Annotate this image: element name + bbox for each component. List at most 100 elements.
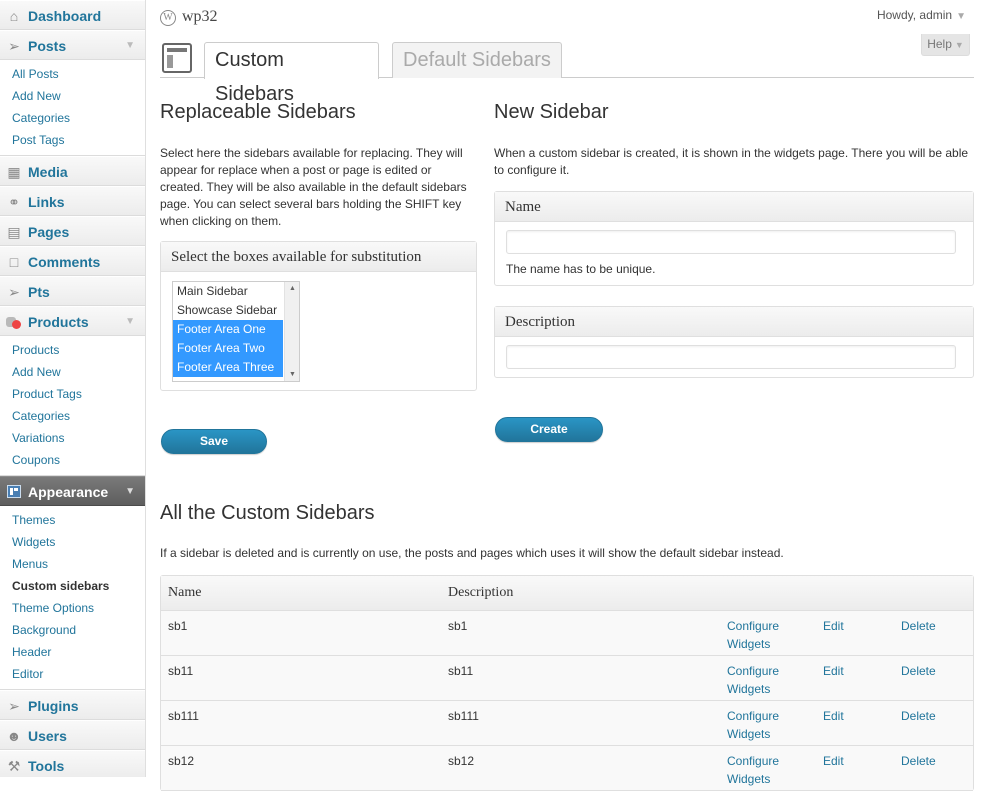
site-title-text: wp32: [182, 8, 218, 25]
option-showcase-sidebar[interactable]: Showcase Sidebar: [173, 301, 283, 320]
delete-link[interactable]: Delete: [901, 754, 936, 768]
tab-default-sidebars[interactable]: Default Sidebars: [392, 42, 562, 78]
posts-submenu: All Posts Add New Categories Post Tags: [0, 60, 145, 156]
submenu-custom-sidebars[interactable]: Custom sidebars: [0, 575, 145, 597]
edit-link[interactable]: Edit: [823, 664, 844, 678]
submenu-products[interactable]: Products: [0, 339, 145, 361]
all-sidebars-title: All the Custom Sidebars: [160, 502, 375, 524]
scroll-down-icon[interactable]: ▼: [285, 371, 299, 378]
configure-widgets-link[interactable]: Configure Widgets: [727, 617, 797, 653]
link-icon: ⚭: [8, 194, 20, 210]
menu-links[interactable]: ⚭ Links: [0, 186, 145, 216]
menu-pts[interactable]: ➢ Pts: [0, 276, 145, 306]
option-footer-area-one[interactable]: Footer Area One: [173, 320, 283, 339]
submenu-post-tags[interactable]: Post Tags: [0, 129, 145, 151]
menu-users[interactable]: ☻ Users: [0, 720, 145, 750]
submenu-themes[interactable]: Themes: [0, 509, 145, 531]
replaceable-description: Select here the sidebars available for r…: [160, 146, 467, 228]
column-name: Name: [168, 585, 202, 600]
pages-icon: ▤: [7, 224, 21, 240]
sidebar-name-input[interactable]: [506, 230, 956, 254]
row-name: sb11: [168, 664, 194, 678]
submenu-categories[interactable]: Categories: [0, 107, 145, 129]
table-row: sb1 sb1 Configure Widgets Edit Delete: [161, 611, 973, 656]
menu-label: Pts: [28, 284, 50, 300]
menu-tools[interactable]: ⚒ Tools: [0, 750, 145, 777]
menu-media[interactable]: ▦ Media: [0, 156, 145, 186]
submenu-menus[interactable]: Menus: [0, 553, 145, 575]
substitution-box: Select the boxes available for substitut…: [160, 241, 477, 391]
menu-label: Posts: [28, 38, 67, 54]
delete-link[interactable]: Delete: [901, 619, 936, 633]
submenu-background[interactable]: Background: [0, 619, 145, 641]
delete-link[interactable]: Delete: [901, 709, 936, 723]
chevron-down-icon[interactable]: ▼: [125, 477, 135, 507]
save-changes-button[interactable]: Save Changes: [161, 429, 267, 471]
table-row: sb11 sb11 Configure Widgets Edit Delete: [161, 656, 973, 701]
menu-comments[interactable]: □ Comments: [0, 246, 145, 276]
scroll-up-icon[interactable]: ▲: [285, 285, 299, 292]
submenu-product-tags[interactable]: Product Tags: [0, 383, 145, 405]
chevron-down-icon[interactable]: ▼: [125, 307, 135, 337]
submenu-variations[interactable]: Variations: [0, 427, 145, 449]
pushpin-icon: ➢: [8, 284, 20, 300]
submenu-coupons[interactable]: Coupons: [0, 449, 145, 471]
option-footer-area-two[interactable]: Footer Area Two: [173, 339, 283, 358]
submenu-product-categories[interactable]: Categories: [0, 405, 145, 427]
create-sidebar-button[interactable]: Create Sidebar: [495, 417, 603, 459]
home-icon: ⌂: [9, 8, 19, 24]
menu-pages[interactable]: ▤ Pages: [0, 216, 145, 246]
screen-icon: [162, 43, 192, 73]
configure-widgets-link[interactable]: Configure Widgets: [727, 662, 797, 698]
submenu-widgets[interactable]: Widgets: [0, 531, 145, 553]
new-sidebar-description: When a custom sidebar is created, it is …: [494, 146, 969, 177]
wordpress-logo-icon: W: [160, 10, 176, 26]
admin-header: Wwp32 Howdy, admin ▼: [160, 0, 974, 32]
row-description: sb12: [448, 754, 475, 768]
option-main-sidebar[interactable]: Main Sidebar: [173, 282, 283, 301]
chevron-down-icon[interactable]: ▼: [125, 31, 135, 61]
site-title[interactable]: Wwp32: [160, 8, 218, 26]
configure-widgets-link[interactable]: Configure Widgets: [727, 707, 797, 743]
name-hint: The name has to be unique.: [506, 262, 656, 276]
menu-appearance[interactable]: Appearance ▼: [0, 476, 145, 506]
howdy-text: Howdy, admin: [876, 8, 953, 22]
menu-plugins[interactable]: ➢ Plugins: [0, 690, 145, 720]
listbox-scrollbar[interactable]: ▲ ▼: [284, 282, 299, 381]
users-icon: ☻: [6, 728, 22, 744]
edit-link[interactable]: Edit: [823, 754, 844, 768]
media-icon: ▦: [7, 164, 21, 180]
option-footer-area-three[interactable]: Footer Area Three: [173, 358, 283, 377]
delete-link[interactable]: Delete: [901, 664, 936, 678]
sidebar-description-input[interactable]: [506, 345, 956, 369]
appearance-icon: [7, 485, 21, 498]
submenu-header[interactable]: Header: [0, 641, 145, 663]
products-icon: [6, 315, 22, 329]
submenu-all-posts[interactable]: All Posts: [0, 63, 145, 85]
admin-menu: ⌂ Dashboard ➢ Posts ▼ All Posts Add New …: [0, 0, 146, 777]
menu-label: Comments: [28, 254, 101, 270]
description-box: Description: [494, 306, 974, 378]
appearance-submenu: Themes Widgets Menus Custom sidebars The…: [0, 506, 145, 690]
tab-custom-sidebars[interactable]: Custom Sidebars: [204, 42, 379, 105]
configure-widgets-link[interactable]: Configure Widgets: [727, 752, 797, 788]
menu-dashboard[interactable]: ⌂ Dashboard: [0, 0, 145, 30]
user-greeting[interactable]: Howdy, admin ▼: [877, 8, 966, 22]
menu-label: Plugins: [28, 698, 79, 714]
new-sidebar-title: New Sidebar: [494, 101, 609, 123]
edit-link[interactable]: Edit: [823, 619, 844, 633]
submenu-theme-options[interactable]: Theme Options: [0, 597, 145, 619]
menu-label: Tools: [28, 758, 65, 774]
sidebar-multiselect[interactable]: Main Sidebar Showcase Sidebar Footer Are…: [172, 281, 300, 382]
submenu-add-new-product[interactable]: Add New: [0, 361, 145, 383]
submenu-add-new-post[interactable]: Add New: [0, 85, 145, 107]
edit-link[interactable]: Edit: [823, 709, 844, 723]
substitution-box-title: Select the boxes available for substitut…: [161, 242, 476, 272]
menu-products[interactable]: Products ▼: [0, 306, 145, 336]
menu-label: Pages: [28, 224, 70, 240]
table-row: sb12 sb12 Configure Widgets Edit Delete: [161, 746, 973, 791]
menu-posts[interactable]: ➢ Posts ▼: [0, 30, 145, 60]
submenu-editor[interactable]: Editor: [0, 663, 145, 685]
tools-icon: ⚒: [7, 758, 21, 774]
menu-label: Users: [28, 728, 67, 744]
